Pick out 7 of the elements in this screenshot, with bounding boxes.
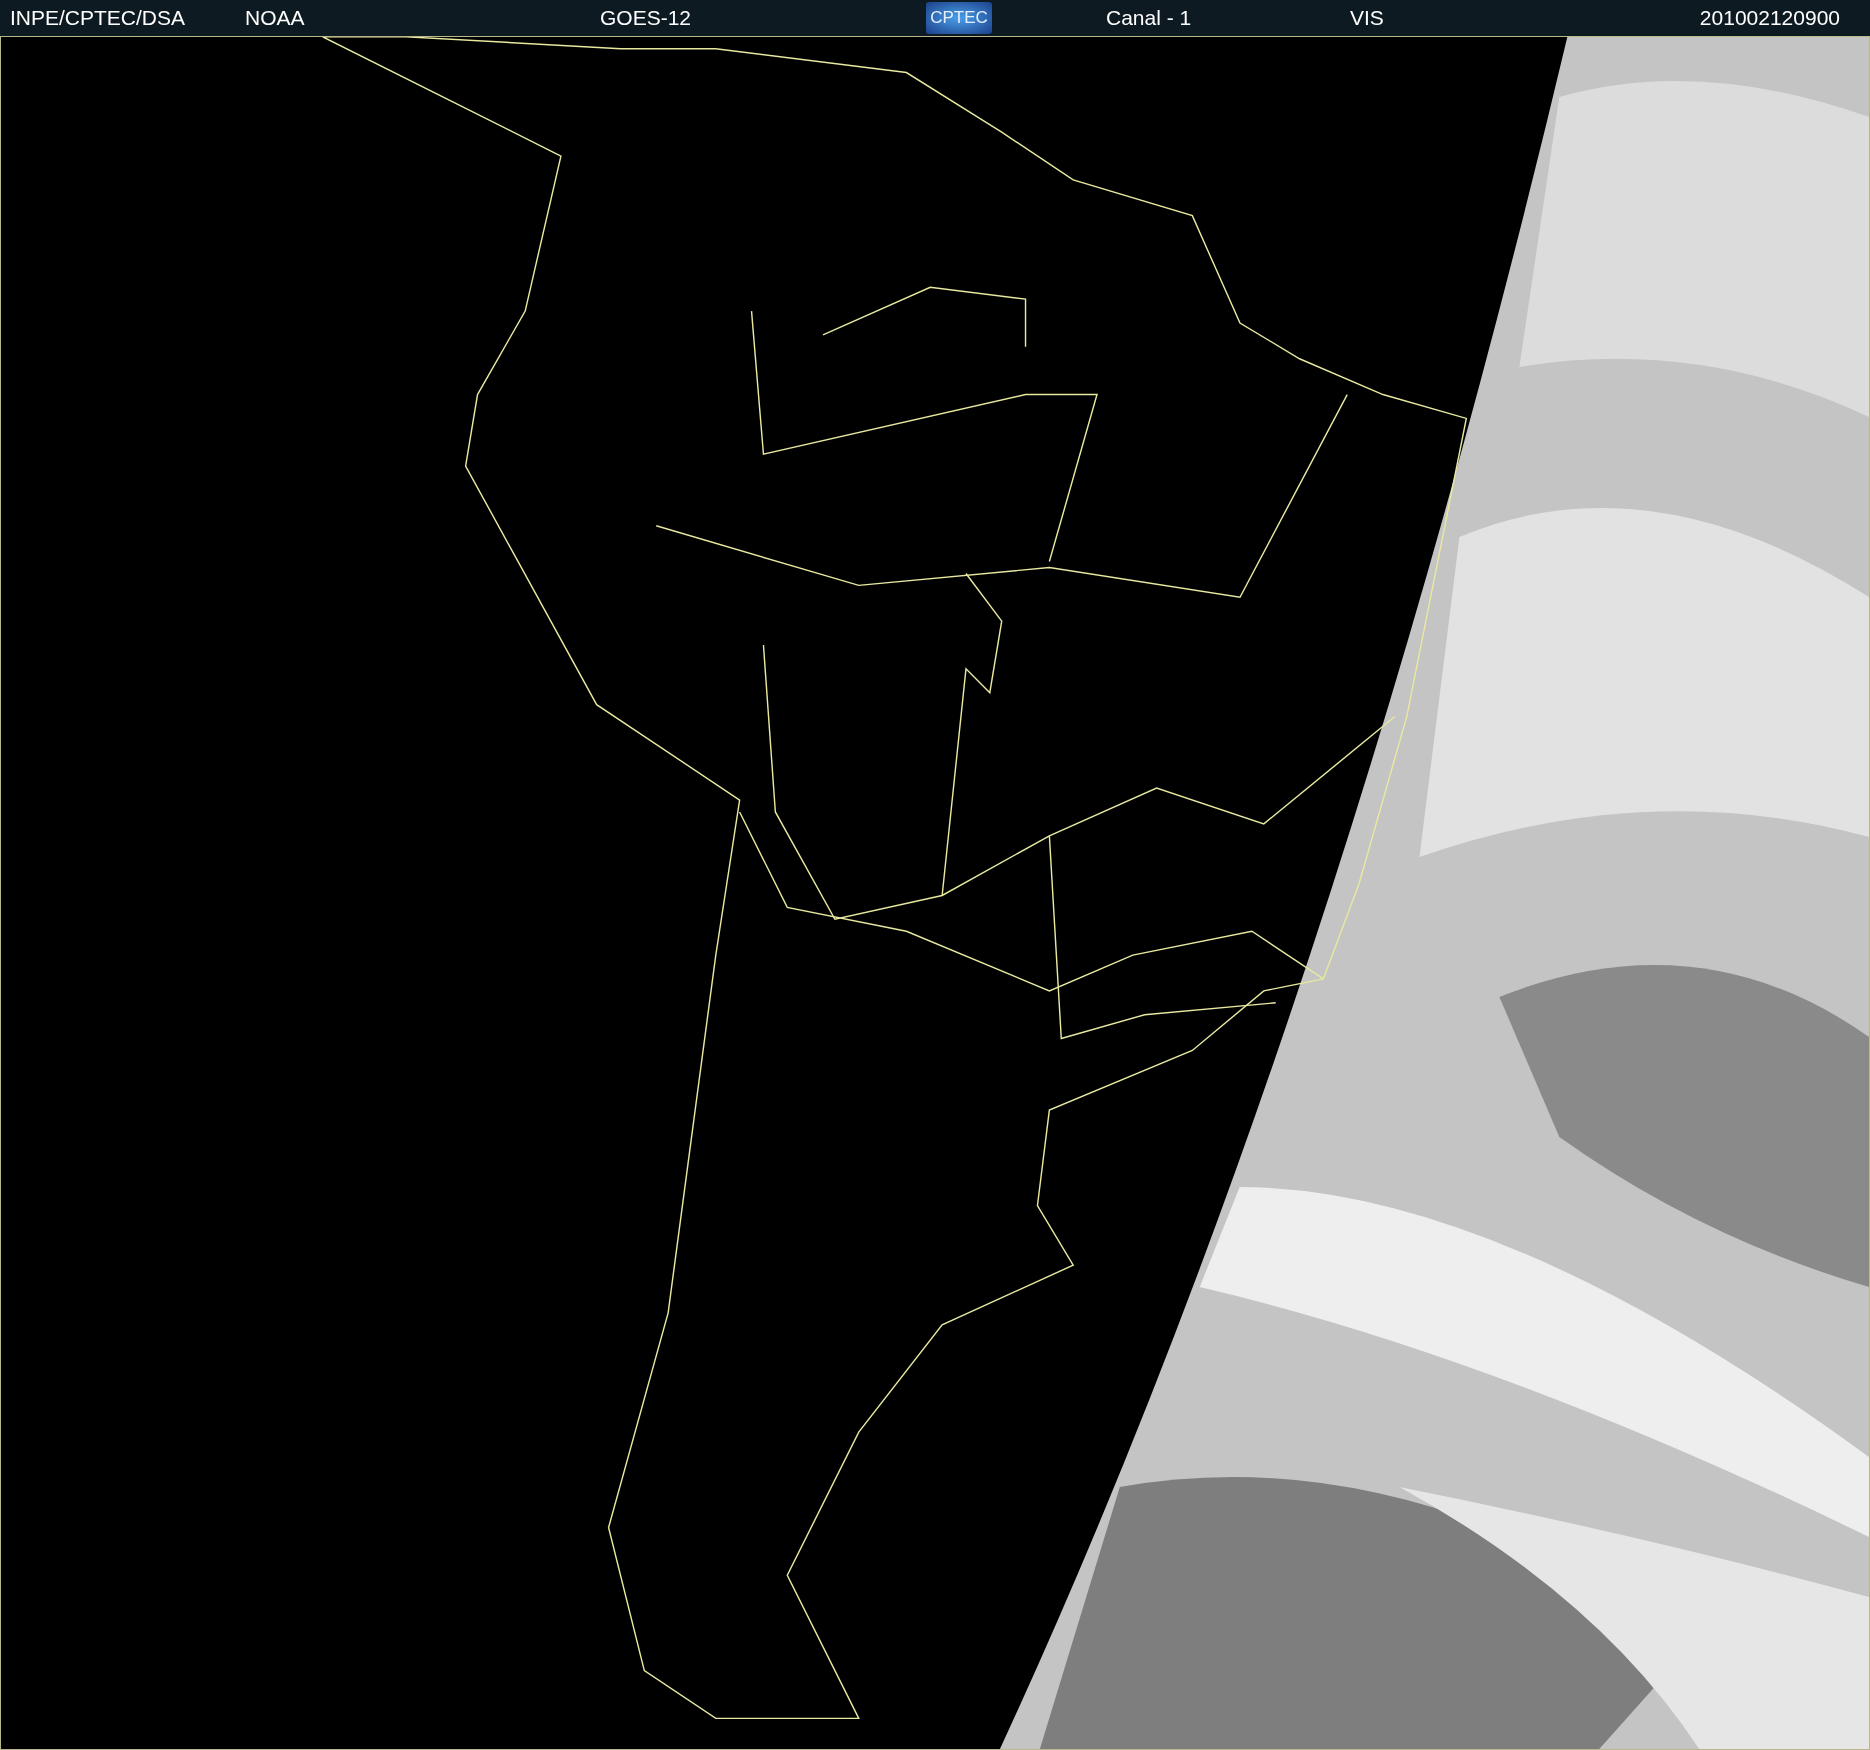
agency-label: NOAA: [245, 6, 306, 30]
timestamp-label: 201002120900: [1699, 6, 1840, 30]
source-label: INPE/CPTEC/DSA: [10, 6, 187, 30]
logo: CPTEC: [926, 2, 992, 34]
channel-label: Canal - 1: [1106, 6, 1193, 30]
satellite-label: GOES-12: [600, 6, 693, 30]
band-label: VIS: [1350, 6, 1385, 30]
